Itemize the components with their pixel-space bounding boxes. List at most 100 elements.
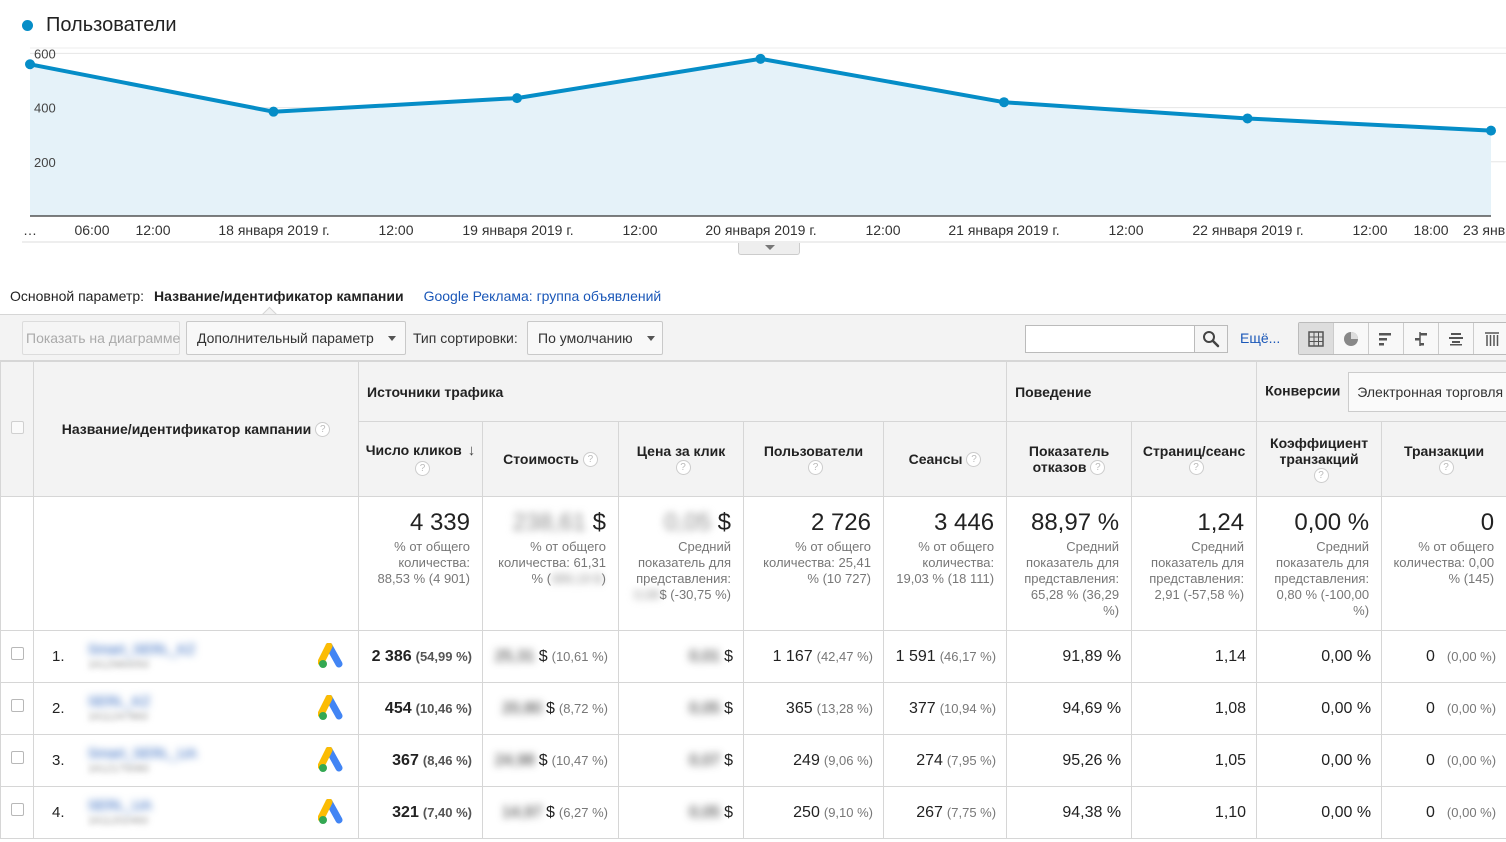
search-button[interactable] <box>1194 325 1228 353</box>
conv-value: 0,00 % <box>1321 751 1372 769</box>
cost-pct: (10,61 %) <box>551 648 608 664</box>
secondary-dimension-label: Дополнительный параметр <box>197 330 374 346</box>
x-tick-label: 12:00 <box>1108 222 1143 238</box>
help-icon[interactable]: ? <box>808 460 823 476</box>
campaign-name[interactable]: Smart_SERL_KZ 1612960050 <box>88 642 195 672</box>
row-conv: 0,00 % <box>1256 682 1383 735</box>
cost-unit: $ <box>538 647 548 665</box>
row-pages: 1,14 <box>1131 630 1258 683</box>
row-cost: 25,31 $ (10,61 %) <box>482 630 619 683</box>
cpc-unit: $ <box>724 699 733 717</box>
cpc-blurred: 0,05 <box>689 699 721 717</box>
col-conversion-rate[interactable]: Коэффициент транзакций? <box>1256 421 1383 497</box>
row-clicks: 454 (10,46 %) <box>358 682 483 735</box>
view-comparison-button[interactable] <box>1404 323 1439 354</box>
campaign-name-blurred[interactable]: Smart_SERL_KZ <box>88 641 195 657</box>
row-cpc: 0,01 $ <box>618 630 744 683</box>
google-ads-icon[interactable] <box>318 695 348 723</box>
campaign-name-blurred[interactable]: SERL_KZ <box>88 693 150 709</box>
view-performance-button[interactable] <box>1369 323 1404 354</box>
total-cost-sub-blurred: 389,19 $ <box>551 571 602 586</box>
col-pages-per-session[interactable]: Страниц/сеанс? <box>1131 421 1258 497</box>
col-bounce-rate[interactable]: Показатель отказов? <box>1006 421 1133 497</box>
col-campaign[interactable]: Название/идентификатор кампании? <box>33 361 359 497</box>
total-bounce: 88,97 % Средний показатель для представле… <box>1006 496 1133 631</box>
cost-pct: (6,27 %) <box>558 804 608 820</box>
help-icon[interactable]: ? <box>1438 460 1454 476</box>
clicks-value: 321 <box>392 803 419 821</box>
row-checkbox[interactable] <box>10 699 24 712</box>
campaign-name[interactable]: SERL_KZ 1611247860 <box>88 694 150 724</box>
select-all-checkbox[interactable] <box>10 421 24 434</box>
chart-legend[interactable]: Пользователи <box>22 12 177 38</box>
col-cpc[interactable]: Цена за клик? <box>618 421 744 497</box>
cost-blurred: 25,31 <box>494 647 535 665</box>
row-users: 365 (13,28 %) <box>743 682 884 735</box>
data-point <box>1486 125 1496 136</box>
plot-rows-button[interactable]: Показать на диаграмме <box>22 321 180 355</box>
sessions-value: 377 <box>908 699 936 717</box>
row-clicks: 2 386 (54,99 %) <box>358 630 483 683</box>
cpc-blurred: 0,05 <box>689 803 721 821</box>
help-icon[interactable]: ? <box>675 460 691 476</box>
total-cpc-sub-a: Средний показатель для представления: <box>636 539 731 586</box>
help-icon[interactable]: ? <box>415 460 430 476</box>
col-cost[interactable]: Стоимость? <box>482 421 619 497</box>
col-pages-label: Страниц/сеанс <box>1142 442 1246 459</box>
data-point <box>512 93 522 104</box>
trans-value: 0 <box>1426 647 1435 665</box>
conversions-type-selector[interactable]: Электронная торговля <box>1348 371 1506 412</box>
view-pivot-button[interactable] <box>1474 323 1506 354</box>
row-checkbox[interactable] <box>10 751 24 764</box>
row-conv: 0,00 % <box>1256 630 1383 683</box>
view-term-cloud-button[interactable] <box>1439 323 1474 354</box>
primary-dimension-active[interactable]: Название/идентификатор кампании <box>154 288 404 304</box>
col-transactions[interactable]: Транзакции? <box>1381 421 1506 497</box>
row-number: 2. <box>52 700 65 717</box>
sort-type-dropdown[interactable]: По умолчанию <box>527 321 663 355</box>
row-checkbox[interactable] <box>10 647 24 660</box>
clicks-value: 454 <box>384 699 412 717</box>
table-row[interactable]: 4. SERL_UA 1611202460 321 (7,40 %) 14,97 $… <box>0 786 1506 839</box>
clicks-value: 2 386 <box>371 647 412 665</box>
search-icon <box>1203 331 1220 348</box>
row-sessions: 1 591 (46,17 %) <box>882 630 1008 683</box>
help-icon[interactable]: ? <box>1313 468 1329 484</box>
campaign-name[interactable]: SERL_UA 1611202460 <box>88 798 152 828</box>
secondary-dimension-dropdown[interactable]: Дополнительный параметр <box>186 321 406 355</box>
view-table-button[interactable] <box>1299 323 1334 354</box>
campaign-name-blurred[interactable]: Smart_SERL_UA <box>88 745 197 761</box>
totals-row: 4 339 % от общего количества: 88,53 % (4 … <box>0 496 1506 631</box>
row-checkbox[interactable] <box>10 803 24 816</box>
row-bounce: 94,38 % <box>1006 786 1133 839</box>
chart-collapse-toggle[interactable] <box>738 243 800 255</box>
view-pie-button[interactable] <box>1334 323 1369 354</box>
table-row[interactable]: 1. Smart_SERL_KZ 1612960050 2 386 (54,99 %… <box>0 630 1506 683</box>
campaign-name-blurred[interactable]: SERL_UA <box>88 797 152 813</box>
table-search-input[interactable] <box>1025 325 1195 353</box>
total-bounce-value: 88,97 % <box>1030 509 1120 536</box>
google-ads-icon[interactable] <box>318 799 348 827</box>
help-icon[interactable]: ? <box>582 452 598 468</box>
google-ads-icon[interactable] <box>318 643 348 671</box>
help-icon[interactable]: ? <box>315 422 331 438</box>
pie-chart-icon <box>1344 331 1358 346</box>
col-users[interactable]: Пользователи? <box>743 421 884 497</box>
users-line-chart[interactable]: 600 400 200 … 06:00 12:00 18 января 2019 г. 12:… <box>0 40 1506 245</box>
help-icon[interactable]: ? <box>1188 460 1204 476</box>
table-row[interactable]: 2. SERL_KZ 1611247860 454 (10,46 %) 20,80 … <box>0 682 1506 735</box>
legend-dot-icon <box>22 19 33 31</box>
cost-unit: $ <box>538 751 548 769</box>
group-behavior: Поведение <box>1006 361 1258 422</box>
help-icon[interactable]: ? <box>1090 460 1106 476</box>
primary-dimension-ads-group-link[interactable]: Google Реклама: группа объявлений <box>424 288 662 304</box>
advanced-filter-link[interactable]: Ещё... <box>1240 330 1280 346</box>
total-users-value: 2 726 <box>810 509 871 536</box>
google-ads-icon[interactable] <box>318 747 348 775</box>
col-sessions[interactable]: Сеансы? <box>882 421 1008 497</box>
col-clicks[interactable]: Число кликов ↓? <box>358 421 483 497</box>
table-row[interactable]: 3. Smart_SERL_UA 1612170080 367 (8,46 %) 2… <box>0 734 1506 787</box>
campaign-name[interactable]: Smart_SERL_UA 1612170080 <box>88 746 197 776</box>
help-icon[interactable]: ? <box>966 452 982 468</box>
total-conv-sub: Средний показатель для представления: 0,… <box>1274 539 1370 618</box>
